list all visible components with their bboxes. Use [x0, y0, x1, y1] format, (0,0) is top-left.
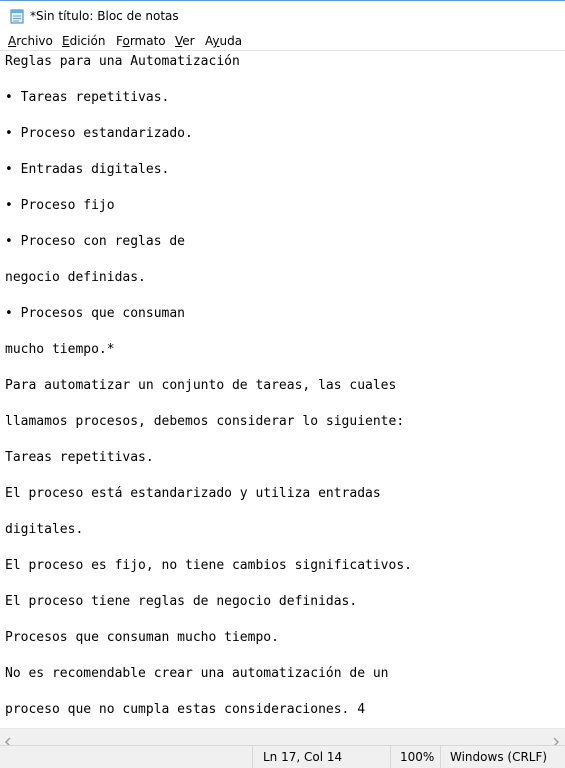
menu-bar: Archivo Edición Formato Ver Ayuda [0, 31, 565, 50]
menu-ayuda[interactable]: Ayuda [205, 34, 242, 48]
text-line: • Procesos que consuman [5, 306, 186, 321]
notepad-icon [10, 8, 24, 24]
scroll-right-icon[interactable] [550, 732, 560, 747]
text-line: • Proceso fijo [5, 198, 115, 213]
status-cursor-position: Ln 17, Col 14 [252, 746, 390, 768]
text-line: • Tareas repetitivas. [5, 90, 170, 105]
text-line: mucho tiempo.* [5, 342, 115, 357]
title-bar[interactable]: *Sin título: Bloc de notas [0, 0, 565, 31]
menu-ver[interactable]: Ver [175, 34, 195, 48]
scroll-left-icon[interactable] [4, 732, 14, 747]
text-line: • Proceso estandarizado. [5, 126, 193, 141]
status-bar: Ln 17, Col 14 100% Windows (CRLF) [0, 745, 565, 768]
text-line: digitales. [5, 522, 84, 537]
status-line-endings: Windows (CRLF) [440, 746, 565, 768]
line-endings-text: Windows (CRLF) [450, 750, 548, 764]
text-line: El proceso tiene reglas de negocio defin… [5, 594, 358, 609]
text-line: Reglas para una Automatización [5, 54, 240, 69]
cursor-position-text: Ln 17, Col 14 [263, 750, 343, 764]
text-editor[interactable]: Reglas para una Automatización • Tareas … [0, 50, 565, 728]
horizontal-scrollbar[interactable] [0, 728, 565, 747]
text-line: llamamos procesos, debemos considerar lo… [5, 414, 405, 429]
text-line: • Entradas digitales. [5, 162, 170, 177]
text-line: El proceso es fijo, no tiene cambios sig… [5, 558, 412, 573]
text-line: No es recomendable crear una automatizac… [5, 666, 389, 681]
window-title: *Sin título: Bloc de notas [30, 9, 179, 23]
text-line: Tareas repetitivas. [5, 450, 154, 465]
text-line: negocio definidas. [5, 270, 146, 285]
menu-edicion[interactable]: Edición [62, 34, 105, 48]
text-line: • Proceso con reglas de [5, 234, 186, 249]
text-line: proceso que no cumpla estas consideracio… [5, 702, 366, 717]
status-zoom: 100% [390, 746, 440, 768]
menu-archivo[interactable]: Archivo [8, 34, 53, 48]
text-line: El proceso está estandarizado y utiliza … [5, 486, 381, 501]
text-line: Procesos que consuman mucho tiempo. [5, 630, 279, 645]
menu-formato[interactable]: Formato [116, 34, 166, 48]
text-line: Para automatizar un conjunto de tareas, … [5, 378, 397, 393]
zoom-text: 100% [400, 750, 435, 764]
